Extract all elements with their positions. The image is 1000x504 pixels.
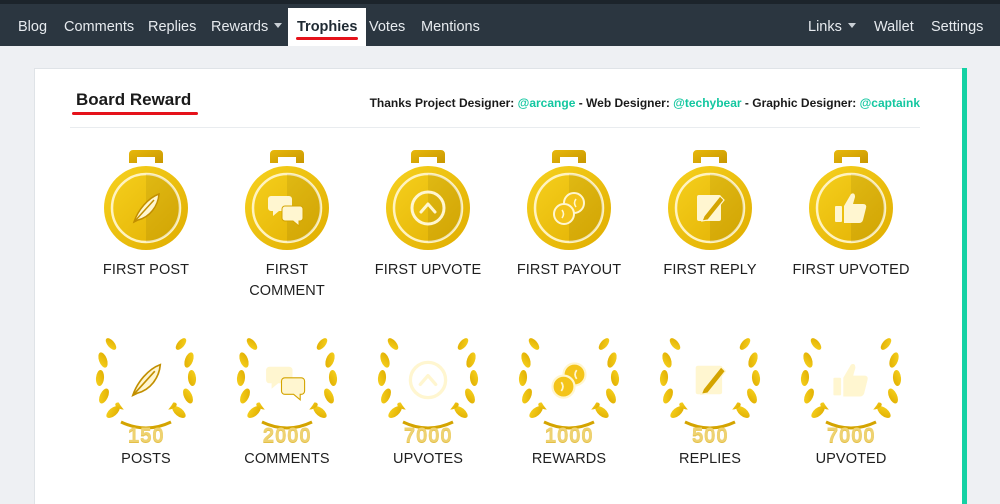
trophy-count: 1000 — [544, 424, 594, 447]
trophy-label: UPVOTES — [393, 451, 463, 467]
medal-icon — [808, 150, 894, 250]
laurel-wreath-icon — [373, 322, 483, 434]
laurel-wreath-icon — [91, 322, 201, 434]
medal-icon — [526, 150, 612, 250]
laurel-wreath-icon — [655, 322, 765, 434]
trophy-count: 500 — [691, 424, 729, 447]
medal-icon — [244, 150, 330, 250]
user-link-captaink[interactable]: @captaink — [860, 96, 920, 110]
nav-rewards[interactable]: Rewards — [211, 8, 283, 46]
nav-replies[interactable]: Replies — [148, 8, 196, 46]
nav-votes[interactable]: Votes — [369, 8, 405, 46]
trophy-label: FIRST REPLY — [663, 262, 757, 278]
title-underline — [72, 112, 198, 115]
user-link-arcange[interactable]: @arcange — [518, 96, 576, 110]
trophy-label: UPVOTED — [815, 451, 887, 467]
trophy-first-post: FIRST POST — [76, 150, 216, 281]
top-nav: Blog Comments Replies Rewards Trophies V… — [0, 0, 1000, 46]
trophy-label: FIRST UPVOTE — [374, 262, 482, 278]
nav-wallet[interactable]: Wallet — [874, 8, 914, 46]
credits-text: - Web Designer: — [575, 96, 674, 110]
chevron-down-icon — [274, 23, 283, 28]
board-title: Board Reward — [76, 90, 192, 109]
nav-trophies[interactable]: Trophies — [288, 8, 367, 46]
card-accent-bar — [962, 68, 967, 504]
trophy-comments: 2000 COMMENTS — [217, 322, 357, 470]
laurel-wreath-icon — [232, 322, 342, 434]
user-link-techybear[interactable]: @techybear — [673, 96, 741, 110]
trophy-replies: 500 REPLIES — [640, 322, 780, 470]
trophy-count: 7000 — [403, 424, 453, 447]
trophy-first-payout: FIRST PAYOUT — [499, 150, 639, 281]
medal-icon — [667, 150, 753, 250]
nav-blog[interactable]: Blog — [18, 8, 47, 46]
medal-icon — [385, 150, 471, 250]
medal-icon — [103, 150, 189, 250]
trophy-first-comment: FIRST COMMENT — [217, 150, 357, 302]
laurel-wreath-icon — [796, 322, 906, 434]
trophy-rewards: 1000 REWARDS — [499, 322, 639, 470]
credits-line: Thanks Project Designer: @arcange - Web … — [370, 96, 920, 110]
laurel-wreath-icon — [514, 322, 624, 434]
nav-links[interactable]: Links — [808, 8, 856, 46]
trophy-count: 2000 — [262, 424, 312, 447]
trophy-label: REPLIES — [679, 451, 741, 467]
trophy-count: 150 — [127, 424, 165, 447]
trophy-label: REWARDS — [531, 451, 607, 467]
trophy-upvotes: 7000 UPVOTES — [358, 322, 498, 470]
trophy-first-upvoted: FIRST UPVOTED — [781, 150, 921, 281]
trophy-label: COMMENTS — [244, 451, 330, 467]
active-tab-underline — [296, 37, 359, 40]
credits-text: Thanks Project Designer: — [369, 96, 518, 110]
trophy-first-reply: FIRST REPLY — [640, 150, 780, 281]
trophy-count: 7000 — [826, 424, 876, 447]
trophy-label: FIRST UPVOTED — [792, 262, 910, 278]
header-divider — [70, 127, 920, 128]
trophy-label: FIRST PAYOUT — [516, 262, 622, 278]
trophy-label: FIRST COMMENT — [249, 262, 325, 299]
trophy-label: FIRST POST — [102, 262, 190, 278]
trophy-upvoted: 7000 UPVOTED — [781, 322, 921, 470]
nav-comments[interactable]: Comments — [64, 8, 134, 46]
nav-mentions[interactable]: Mentions — [421, 8, 480, 46]
chevron-down-icon — [847, 23, 856, 28]
trophy-first-upvote: FIRST UPVOTE — [358, 150, 498, 281]
trophy-label: POSTS — [121, 451, 171, 467]
credits-text: - Graphic Designer: — [741, 96, 860, 110]
nav-settings[interactable]: Settings — [931, 8, 983, 46]
trophy-posts: 150 POSTS — [76, 322, 216, 470]
